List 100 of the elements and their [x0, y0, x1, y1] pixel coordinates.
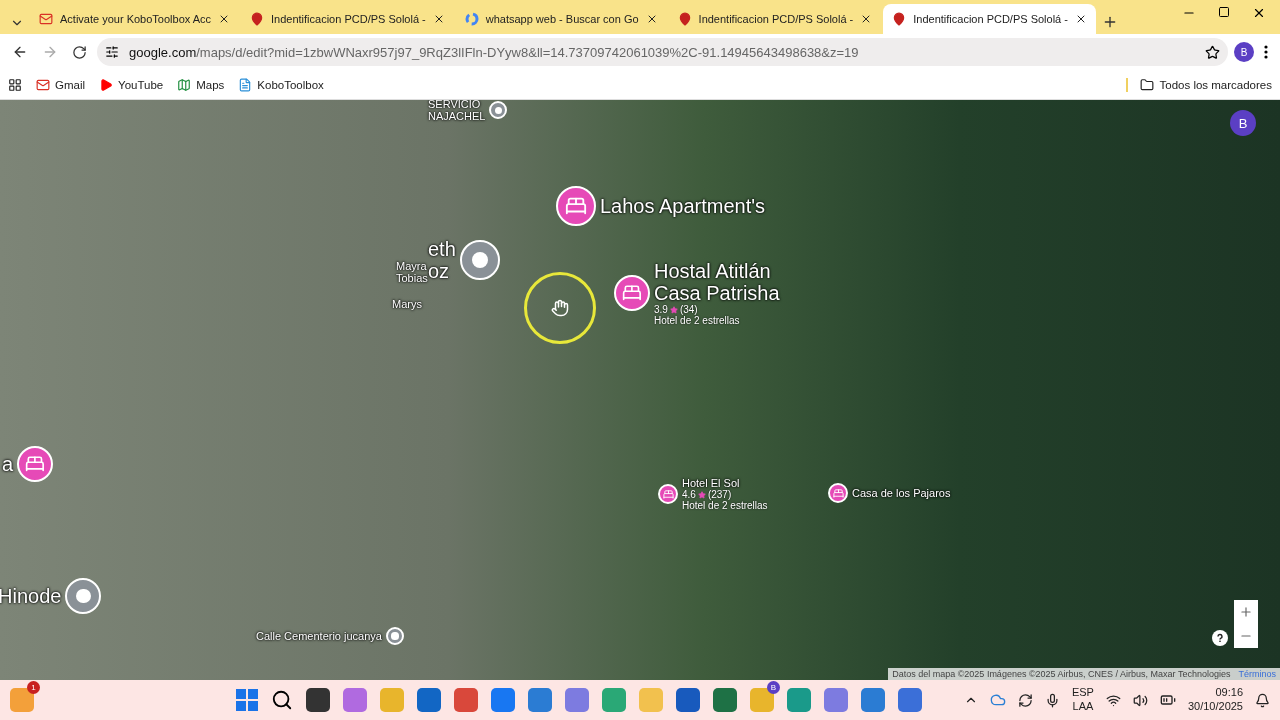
- app-icon[interactable]: [750, 688, 774, 712]
- map-pin-icon: [892, 12, 907, 26]
- notification-badge: 1: [27, 681, 40, 694]
- start-icon[interactable]: [236, 689, 258, 711]
- lodging-pin[interactable]: [828, 483, 848, 503]
- browser-tab[interactable]: Indentificacion PCD/PS Sololá -: [883, 4, 1096, 34]
- bookmark-link[interactable]: YouTube: [99, 77, 164, 92]
- browser-tab[interactable]: Indentificacion PCD/PS Sololá -: [241, 4, 454, 34]
- map-label: Marys: [392, 298, 422, 311]
- lodging-pin[interactable]: [614, 275, 650, 311]
- bed-icon: [25, 454, 45, 474]
- browser-tab[interactable]: whatsapp web - Buscar con Go: [455, 4, 667, 34]
- browser-tab[interactable]: Indentificacion PCD/PS Sololá -: [668, 4, 882, 34]
- review-count: (34): [679, 304, 698, 315]
- volume-icon[interactable]: [1132, 692, 1148, 708]
- bookmark-link[interactable]: Maps: [177, 77, 225, 92]
- app-icon[interactable]: [713, 688, 737, 712]
- map-pin-icon: [677, 12, 692, 26]
- bed-icon: [832, 487, 844, 499]
- map-label: NAJACHEL: [428, 110, 486, 123]
- lodging-pin[interactable]: [658, 484, 678, 505]
- cloud-icon[interactable]: [989, 692, 1006, 708]
- map-icon: [177, 77, 192, 92]
- close-icon[interactable]: [1252, 6, 1266, 20]
- microphone-icon[interactable]: [1044, 692, 1060, 708]
- battery-icon[interactable]: [1159, 692, 1176, 708]
- map-label: Casa de los Pajaros: [852, 486, 951, 500]
- vertical-dots-icon: [1264, 45, 1268, 59]
- language-indicator[interactable]: ESP LAA: [1071, 686, 1094, 714]
- rating-text: 3.9: [654, 304, 668, 315]
- plus-icon: [1239, 605, 1253, 619]
- map-label: Calle Cementerio jucanya: [256, 629, 382, 643]
- address-bar[interactable]: google.com/maps/d/edit?mid=1zbwWNaxr957j97_9RqZ3lIFln-DYyw8&ll=14.73709742061039%2C-91.14945643498638&z=19: [97, 38, 1228, 66]
- profile-avatar[interactable]: B: [1230, 110, 1256, 136]
- app-icon[interactable]: [343, 688, 367, 712]
- bookmark-link[interactable]: KoboToolbox: [238, 77, 324, 92]
- play-icon: [99, 77, 114, 92]
- tab-title: whatsapp web - Buscar con Go: [485, 13, 639, 25]
- tab-title: Indentificacion PCD/PS Sololá -: [698, 13, 854, 25]
- profile-badge: B: [767, 681, 780, 694]
- help-button[interactable]: [1212, 630, 1228, 646]
- browser-tab[interactable]: Activate your KoboToolbox Acc: [30, 4, 240, 34]
- lodging-pin[interactable]: [556, 186, 596, 226]
- bed-icon: [565, 195, 587, 217]
- map-label: Hinode: [0, 585, 62, 607]
- app-icon[interactable]: [898, 688, 922, 712]
- apps-grid-icon[interactable]: [8, 77, 22, 92]
- star-icon: [669, 305, 678, 314]
- category-text: Hotel de 2 estrellas: [654, 315, 741, 326]
- sync-icon[interactable]: [1017, 692, 1033, 708]
- forward-arrow-icon: [42, 44, 58, 60]
- tab-title: Indentificacion PCD/PS Sololá -: [913, 13, 1068, 25]
- all-bookmarks-link[interactable]: Todos los marcadores: [1125, 77, 1272, 92]
- map-label: Casa Patrisha: [654, 282, 780, 304]
- map-label: Mayra: [396, 260, 428, 273]
- map-attribution: Datos del mapa ©2025 Imágenes ©2025 Airbus, CNES / Airbus, Maxar Technologies: [892, 669, 1231, 679]
- map-label: Hostal Atitlán: [654, 260, 772, 282]
- app-icon[interactable]: [491, 688, 515, 712]
- bed-icon: [622, 283, 642, 303]
- document-icon: [238, 77, 253, 92]
- review-count: (237): [707, 489, 732, 501]
- app-icon[interactable]: [676, 688, 700, 712]
- map-label: eth: [428, 238, 456, 260]
- multicolor-ring-icon: [464, 12, 479, 26]
- mail-icon: [39, 12, 53, 26]
- app-icon[interactable]: [528, 688, 552, 712]
- place-pin[interactable]: [385, 627, 404, 645]
- hand-cursor-icon: [551, 299, 569, 317]
- app-icon[interactable]: [454, 688, 478, 712]
- star-icon: [697, 490, 706, 499]
- tab-title: Indentificacion PCD/PS Sololá -: [271, 13, 426, 25]
- place-pin[interactable]: [459, 240, 500, 280]
- map-label: a: [2, 453, 14, 475]
- mail-icon: [36, 77, 50, 92]
- place-pin[interactable]: [489, 101, 508, 120]
- map-label: SERVICIO: [428, 100, 482, 111]
- tab-title: Activate your KoboToolbox Acc: [60, 13, 212, 25]
- map-label: Tobias: [396, 272, 428, 285]
- bookmark-link[interactable]: Gmail: [36, 77, 86, 92]
- question-mark-icon: [1215, 633, 1225, 643]
- app-icon[interactable]: [417, 688, 441, 712]
- notification-bell-icon[interactable]: [1255, 692, 1270, 708]
- profile-avatar[interactable]: B: [1234, 42, 1254, 62]
- clock[interactable]: 09:16 30/10/2025: [1187, 686, 1243, 714]
- place-pin[interactable]: [65, 578, 102, 614]
- app-icon[interactable]: [565, 688, 589, 712]
- reload-icon: [72, 44, 87, 60]
- bookmark-star-icon[interactable]: [1205, 44, 1220, 60]
- maximize-icon[interactable]: [1218, 6, 1230, 18]
- app-icon[interactable]: [824, 688, 848, 712]
- site-settings-icon[interactable]: [105, 45, 119, 59]
- app-icon[interactable]: [861, 688, 885, 712]
- wifi-icon[interactable]: [1105, 692, 1121, 708]
- category-text: Hotel de 2 estrellas: [682, 500, 768, 512]
- map-label: Lahos Apartment's: [600, 195, 766, 217]
- bed-icon: [662, 488, 674, 500]
- map-pin-icon: [250, 12, 265, 26]
- app-icon[interactable]: [787, 688, 811, 712]
- search-icon[interactable]: [271, 689, 293, 711]
- url-text: google.com/maps/d/edit?mid=1zbwWNaxr957j97_9RqZ3lIFln-DYyw8&ll=14.73709742061039%2C-91.14945643498638&z=19: [129, 44, 860, 60]
